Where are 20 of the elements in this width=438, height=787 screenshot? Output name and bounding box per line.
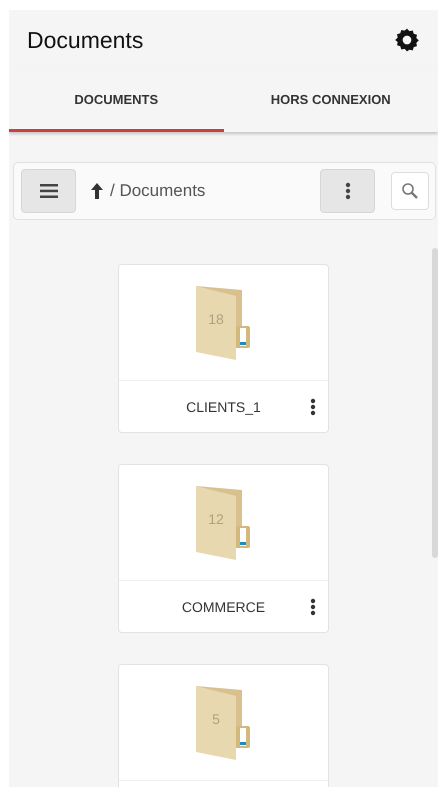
folder-menu-button[interactable]	[310, 398, 316, 416]
tab[interactable]: DOCUMENTS	[9, 70, 224, 132]
more-icon	[310, 398, 316, 416]
tab[interactable]: HORS CONNEXION	[224, 70, 438, 132]
menu-icon	[40, 184, 58, 198]
search-button[interactable]	[391, 172, 429, 210]
page-title: Documents	[27, 26, 144, 54]
search-icon	[401, 182, 419, 200]
folder-name: CLIENTS_1	[186, 398, 261, 414]
folder-name: COMMERCE	[182, 598, 266, 614]
more-icon	[310, 598, 316, 616]
more-icon	[344, 182, 350, 200]
folder-menu-button[interactable]	[310, 598, 316, 616]
folder-card[interactable]: 18 CLIENTS_1	[118, 264, 329, 433]
breadcrumb-path: / Documents	[110, 181, 206, 201]
menu-button[interactable]	[21, 169, 76, 213]
up-arrow-icon[interactable]	[90, 182, 104, 200]
scrollbar[interactable]	[432, 248, 438, 558]
folder-card[interactable]: 12 COMMERCE	[118, 464, 329, 633]
settings-icon[interactable]	[394, 27, 420, 53]
